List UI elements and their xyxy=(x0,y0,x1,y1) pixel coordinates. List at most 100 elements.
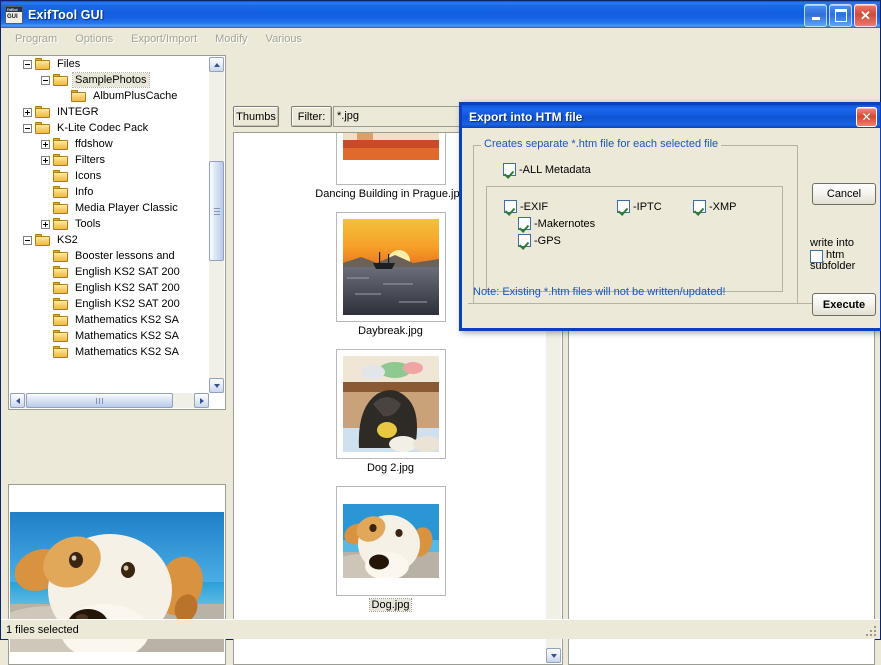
dialog-title: Export into HTM file xyxy=(469,109,583,124)
tree-item-booster-lessons-and[interactable]: Booster lessons and xyxy=(9,248,209,264)
tree-item-label: Info xyxy=(75,186,94,198)
cancel-button[interactable]: Cancel xyxy=(812,183,876,205)
tree-item-mathematics-ks2-sa[interactable]: Mathematics KS2 SA xyxy=(9,328,209,344)
tree-hscroll-thumb[interactable] xyxy=(26,393,173,408)
tree-item-ffdshow[interactable]: ffdshow xyxy=(9,136,209,152)
status-bar: 1 files selected xyxy=(1,619,880,639)
checkbox-exif-label: -EXIF xyxy=(520,200,549,213)
tree-vertical-scrollbar[interactable] xyxy=(209,57,224,393)
resize-grip-icon[interactable] xyxy=(864,624,878,638)
checkbox-gps-box[interactable] xyxy=(518,234,531,247)
expand-icon[interactable] xyxy=(41,155,50,165)
dialog-close-icon[interactable]: ✕ xyxy=(856,107,877,127)
tree-item-filters[interactable]: Filters xyxy=(9,152,209,168)
tree-item-english-ks2-sat-200[interactable]: English KS2 SAT 200 xyxy=(9,264,209,280)
tree-item-info[interactable]: Info xyxy=(9,184,209,200)
tree-item-english-ks2-sat-200[interactable]: English KS2 SAT 200 xyxy=(9,296,209,312)
tree-item-english-ks2-sat-200[interactable]: English KS2 SAT 200 xyxy=(9,280,209,296)
checkbox-all-metadata[interactable]: -ALL Metadata xyxy=(503,163,591,176)
tree-item-files[interactable]: Files xyxy=(9,56,209,72)
menu-item-various[interactable]: Various xyxy=(257,31,311,47)
prague-building-thumb[interactable] xyxy=(335,133,446,185)
export-htm-dialog: Export into HTM file ✕ Creates separate … xyxy=(459,102,881,331)
checkbox-iptc[interactable]: -IPTC xyxy=(617,200,662,213)
tree-item-label: INTEGR xyxy=(57,106,99,118)
tree-scroll-left-button[interactable] xyxy=(10,393,25,408)
tree-item-samplephotos[interactable]: SamplePhotos xyxy=(9,72,209,88)
filter-button[interactable]: Filter: xyxy=(291,106,332,127)
tree-item-icons[interactable]: Icons xyxy=(9,168,209,184)
checkbox-all-metadata-box[interactable] xyxy=(503,163,516,176)
folder-icon xyxy=(53,329,69,343)
checkbox-iptc-label: -IPTC xyxy=(633,200,662,213)
tree-scroll-up-button[interactable] xyxy=(209,57,224,72)
thumbs-scroll-down-button[interactable] xyxy=(546,648,561,663)
tree-item-k-lite-codec-pack[interactable]: K-Lite Codec Pack xyxy=(9,120,209,136)
collapse-icon[interactable] xyxy=(41,75,50,85)
collapse-icon[interactable] xyxy=(23,235,32,245)
checkbox-exif-box[interactable] xyxy=(504,200,517,213)
folder-icon xyxy=(53,217,69,231)
thumbnail-caption: Dog.jpg xyxy=(368,598,413,612)
tree-item-label: AlbumPlusCache xyxy=(93,90,178,102)
tree-item-ks2[interactable]: KS2 xyxy=(9,232,209,248)
window-title-bar[interactable]: ExifTool GUI ExifTool GUI ✕ xyxy=(1,1,880,28)
tree-horizontal-scrollbar[interactable] xyxy=(10,393,209,408)
folder-icon xyxy=(53,265,69,279)
close-icon[interactable]: ✕ xyxy=(854,4,877,27)
tree-scroll-down-button[interactable] xyxy=(209,378,224,393)
thumbs-button[interactable]: Thumbs xyxy=(233,106,279,127)
checkbox-xmp[interactable]: -XMP xyxy=(693,200,737,213)
subfolder-label-line1: write into xyxy=(810,237,855,249)
checkbox-exif[interactable]: -EXIF xyxy=(504,200,548,213)
tree-item-label: KS2 xyxy=(57,234,78,246)
dialog-title-bar[interactable]: Export into HTM file ✕ xyxy=(462,105,880,128)
execute-button[interactable]: Execute xyxy=(812,293,876,316)
collapse-icon[interactable] xyxy=(23,59,32,69)
tree-item-integr[interactable]: INTEGR xyxy=(9,104,209,120)
tree-item-mathematics-ks2-sa[interactable]: Mathematics KS2 SA xyxy=(9,312,209,328)
tree-item-label: Media Player Classic xyxy=(75,202,178,214)
checkbox-xmp-box[interactable] xyxy=(693,200,706,213)
menu-item-export-import[interactable]: Export/Import xyxy=(122,31,206,47)
checkbox-gps[interactable]: -GPS xyxy=(518,234,561,247)
groupbox-label: Creates separate *.htm file for each sel… xyxy=(481,138,722,150)
checkbox-makernotes-box[interactable] xyxy=(518,217,531,230)
thumbnail-caption: Daybreak.jpg xyxy=(358,325,423,337)
dog2-thumb[interactable] xyxy=(335,349,446,459)
thumbnail-caption: Dancing Building in Prague.jpg xyxy=(315,188,466,200)
folder-tree-panel[interactable]: Files SamplePhotos AlbumPlusCache INTEGR K-L… xyxy=(8,55,226,410)
thumbnail-item[interactable]: Dog.jpg xyxy=(234,486,546,623)
expand-icon[interactable] xyxy=(41,219,50,229)
chevron-left-icon xyxy=(15,397,20,404)
checkbox-gps-label: -GPS xyxy=(534,234,561,247)
daybreak-sunset-thumb[interactable] xyxy=(335,212,446,322)
tree-item-tools[interactable]: Tools xyxy=(9,216,209,232)
tree-scroll-right-button[interactable] xyxy=(194,393,209,408)
checkbox-subfolder-box[interactable] xyxy=(810,249,823,263)
checkbox-write-into-subfolder[interactable]: write into htm subfolder xyxy=(810,237,880,273)
tree-item-mathematics-ks2-sa[interactable]: Mathematics KS2 SA xyxy=(9,344,209,360)
chevron-down-icon xyxy=(213,383,220,388)
folder-icon xyxy=(53,137,69,151)
dog-thumb[interactable] xyxy=(335,486,446,596)
tree-scroll-thumb[interactable] xyxy=(209,161,224,261)
menu-item-program[interactable]: Program xyxy=(6,31,66,47)
main-window: ExifTool GUI ExifTool GUI ✕ Program Optio… xyxy=(0,0,881,665)
menu-item-options[interactable]: Options xyxy=(66,31,122,47)
menu-item-modify[interactable]: Modify xyxy=(206,31,256,47)
checkbox-makernotes[interactable]: -Makernotes xyxy=(518,217,595,230)
tree-item-albumpluscache[interactable]: AlbumPlusCache xyxy=(9,88,209,104)
maximize-button[interactable] xyxy=(829,4,852,27)
checkbox-all-metadata-label: -ALL Metadata xyxy=(519,163,591,176)
folder-icon xyxy=(53,281,69,295)
tree-item-label: Booster lessons and xyxy=(75,250,175,262)
thumbnail-item[interactable]: Dog 2.jpg xyxy=(234,349,546,486)
minimize-button[interactable] xyxy=(804,4,827,27)
expand-icon[interactable] xyxy=(41,139,50,149)
checkbox-iptc-box[interactable] xyxy=(617,200,630,213)
tree-item-media-player-classic[interactable]: Media Player Classic xyxy=(9,200,209,216)
expand-icon[interactable] xyxy=(23,107,32,117)
tree-item-label: Mathematics KS2 SA xyxy=(75,330,179,342)
collapse-icon[interactable] xyxy=(23,123,32,133)
